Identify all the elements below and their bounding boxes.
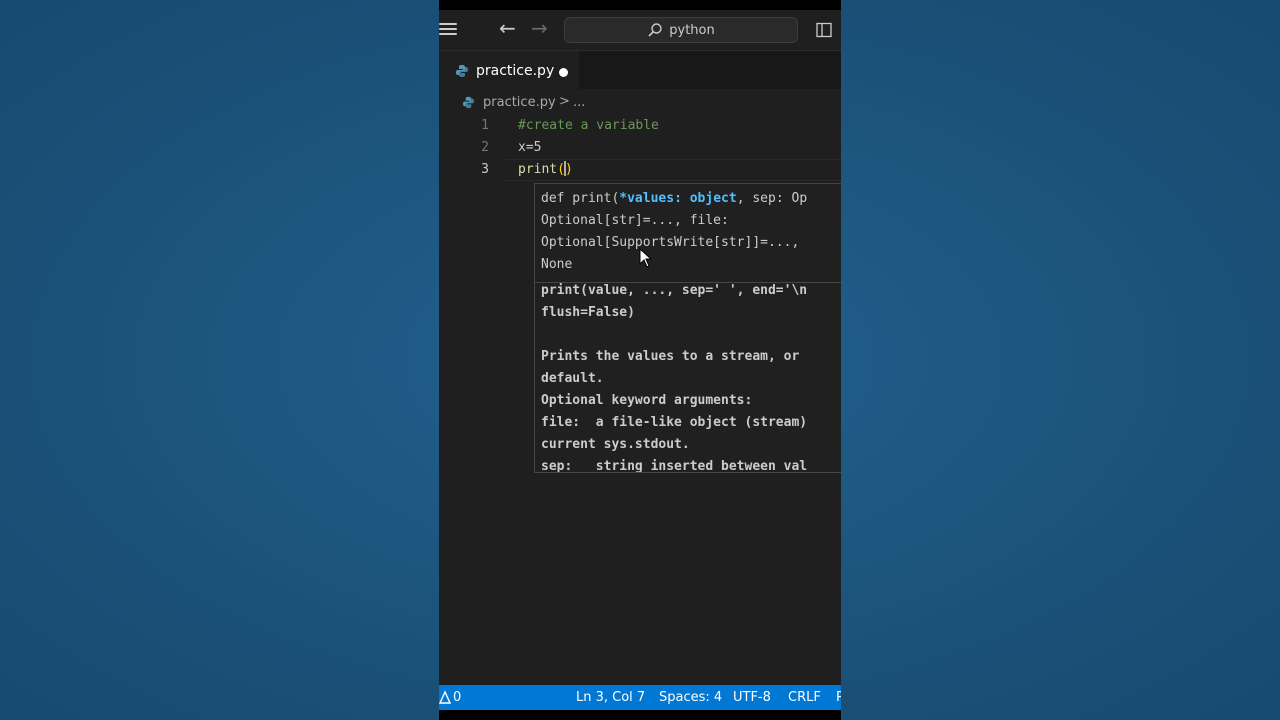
close-paren: ) [564, 162, 573, 177]
doc-line: current sys.stdout. [541, 437, 690, 452]
code-text: print() [518, 159, 573, 181]
line-number: 1 [481, 118, 489, 133]
tab-practice-py[interactable]: practice.py [439, 51, 579, 90]
title-bar: ← → python [439, 10, 841, 51]
line-number: 2 [481, 140, 489, 155]
end-of-line[interactable]: CRLF [788, 690, 821, 705]
code-line[interactable]: 1 #create a variable [439, 115, 841, 137]
sig-line: Optional[str]=..., file: [541, 213, 729, 228]
code-text: #create a variable [518, 118, 659, 133]
letterbox-bottom [439, 710, 841, 720]
function-name: print [518, 162, 558, 177]
encoding[interactable]: UTF-8 [733, 690, 771, 705]
back-arrow-icon[interactable]: ← [499, 16, 516, 40]
doc-line: file: a file-like object (stream) [541, 415, 808, 430]
breadcrumb-file[interactable]: practice.py [483, 95, 556, 110]
menu-icon[interactable] [439, 23, 457, 37]
sig-line: None [541, 257, 573, 272]
doc-line: print(value, ..., sep=' ', end='\n [541, 283, 808, 298]
doc-line: sep: string inserted between val [541, 459, 808, 473]
sig-type: object [689, 191, 737, 206]
doc-line: Prints the values to a stream, or [541, 349, 800, 364]
tab-label: practice.py [476, 63, 555, 79]
status-bar: 0 Ln 3, Col 7 Spaces: 4 UTF-8 CRLF P [439, 685, 841, 710]
breadcrumb-symbols[interactable]: ... [573, 95, 585, 110]
unsaved-dot-icon[interactable] [559, 68, 568, 77]
python-file-icon [456, 65, 468, 77]
signature-text: def print(*values: object, sep: Op Optio… [541, 188, 807, 276]
doc-line: Optional keyword arguments: [541, 393, 753, 408]
sig-rest: , sep: Op [736, 191, 808, 206]
indentation[interactable]: Spaces: 4 [659, 690, 722, 705]
mouse-pointer-icon [639, 248, 653, 268]
doc-line: default. [541, 371, 604, 386]
code-line[interactable]: 2 x=5 [439, 137, 841, 159]
sig-prefix: def print( [541, 191, 620, 206]
forward-arrow-icon[interactable]: → [531, 16, 548, 40]
cursor-position[interactable]: Ln 3, Col 7 [576, 690, 645, 705]
warning-icon[interactable] [439, 690, 451, 704]
chevron-right-icon: > [559, 94, 570, 109]
line-number: 3 [481, 162, 489, 177]
search-icon [648, 23, 662, 37]
letterbox-top [439, 0, 841, 10]
search-text: python [669, 22, 715, 38]
breadcrumb: practice.py > ... [439, 92, 841, 114]
vscode-window: ← → python practice.py practice.py > ...… [439, 0, 841, 720]
code-line[interactable]: 3 print() [439, 159, 841, 181]
toggle-sidebar-icon[interactable] [816, 22, 832, 38]
docstring-text: print(value, ..., sep=' ', end='\n flush… [541, 280, 808, 473]
problems-count[interactable]: 0 [453, 690, 461, 705]
code-text: x=5 [518, 140, 542, 155]
sig-line: Optional[SupportsWrite[str]]=..., [541, 235, 800, 250]
doc-line: flush=False) [541, 305, 635, 320]
python-file-icon [462, 96, 475, 109]
tab-bar: practice.py [439, 51, 841, 90]
sig-active-param: *values [619, 191, 675, 206]
signature-help-popup[interactable]: def print(*values: object, sep: Op Optio… [534, 183, 841, 473]
command-center-search[interactable]: python [564, 17, 798, 43]
sig-colon: : [674, 191, 690, 206]
language-mode[interactable]: P [836, 690, 841, 705]
